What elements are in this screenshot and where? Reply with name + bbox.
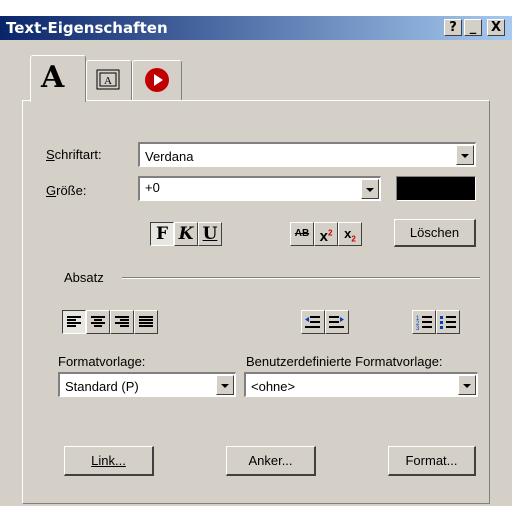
tab-frame[interactable]: A	[86, 60, 132, 101]
size-label: Größe:	[46, 183, 87, 198]
paragraph-group-label: Absatz	[64, 270, 104, 285]
text-properties-dialog: Text-Eigenschaften ? _ X A A Schriftart:…	[0, 0, 512, 506]
subscript-button[interactable]: x2	[338, 222, 362, 246]
font-select[interactable]: Verdana	[138, 142, 476, 167]
outdent-icon	[305, 316, 320, 328]
tab-action[interactable]	[132, 60, 182, 101]
svg-text:3: 3	[416, 326, 420, 330]
align-right-icon	[115, 316, 129, 328]
align-right-button[interactable]	[110, 310, 134, 334]
link-button-label: Link...	[91, 453, 126, 468]
bulleted-list-icon	[440, 316, 456, 329]
strikethrough-icon: AB	[294, 228, 310, 239]
close-button[interactable]: X	[487, 19, 505, 36]
format-button[interactable]: Format...	[388, 446, 476, 476]
numbered-list-icon: 1 2 3	[416, 316, 432, 332]
align-center-button[interactable]	[86, 310, 110, 334]
custom-template-value: <ohne>	[251, 379, 296, 394]
group-divider	[122, 277, 480, 279]
size-value: +0	[145, 180, 160, 195]
color-swatch-button[interactable]	[396, 176, 476, 201]
strikethrough-button[interactable]: AB	[290, 222, 314, 246]
text-frame-icon: A	[96, 69, 120, 90]
font-value: Verdana	[145, 149, 194, 164]
record-icon	[145, 68, 169, 92]
outdent-button[interactable]	[301, 310, 325, 334]
letter-a-icon: A	[41, 60, 65, 95]
link-button[interactable]: Link...	[64, 446, 154, 476]
style-template-select[interactable]: Standard (P)	[58, 372, 236, 397]
help-button[interactable]: ?	[444, 19, 462, 36]
anchor-button-label: Anker...	[248, 453, 293, 468]
tab-text[interactable]: A	[30, 55, 86, 102]
subscript-icon: x2	[344, 226, 356, 244]
bulleted-list-button[interactable]	[436, 310, 460, 334]
align-left-button[interactable]	[62, 310, 86, 334]
title-bar[interactable]: Text-Eigenschaften ? _ X	[0, 16, 512, 40]
numbered-list-button[interactable]: 1 2 3	[412, 310, 436, 334]
chevron-down-icon[interactable]	[458, 375, 476, 395]
anchor-button[interactable]: Anker...	[226, 446, 316, 476]
indent-button[interactable]	[325, 310, 349, 334]
align-left-icon	[67, 316, 81, 328]
chevron-down-icon[interactable]	[361, 179, 379, 199]
superscript-icon: x2	[319, 228, 333, 246]
custom-template-label: Benutzerdefinierte Formatvorlage:	[246, 354, 443, 369]
svg-text:A: A	[104, 75, 112, 87]
bold-button[interactable]: F	[150, 222, 174, 246]
window-title: Text-Eigenschaften	[6, 19, 168, 37]
minimize-button[interactable]: _	[464, 19, 482, 36]
underline-icon: U	[202, 224, 218, 244]
underline-button[interactable]: U	[198, 222, 222, 246]
custom-template-select[interactable]: <ohne>	[244, 372, 478, 397]
format-button-label: Format...	[405, 453, 458, 468]
italic-button[interactable]: K	[174, 222, 198, 246]
style-template-label: Formatvorlage:	[58, 354, 146, 369]
align-justify-button[interactable]	[134, 310, 158, 334]
style-template-value: Standard (P)	[65, 379, 139, 394]
align-justify-icon	[139, 316, 153, 328]
indent-icon	[329, 316, 344, 328]
bold-icon: F	[155, 224, 169, 244]
chevron-down-icon[interactable]	[216, 375, 234, 395]
size-select[interactable]: +0	[138, 176, 381, 201]
font-label: Schriftart:	[46, 147, 102, 162]
align-center-icon	[91, 316, 105, 328]
superscript-button[interactable]: x2	[314, 222, 338, 246]
clear-button[interactable]: Löschen	[394, 219, 476, 247]
chevron-down-icon[interactable]	[456, 145, 474, 165]
italic-icon: K	[178, 224, 194, 244]
